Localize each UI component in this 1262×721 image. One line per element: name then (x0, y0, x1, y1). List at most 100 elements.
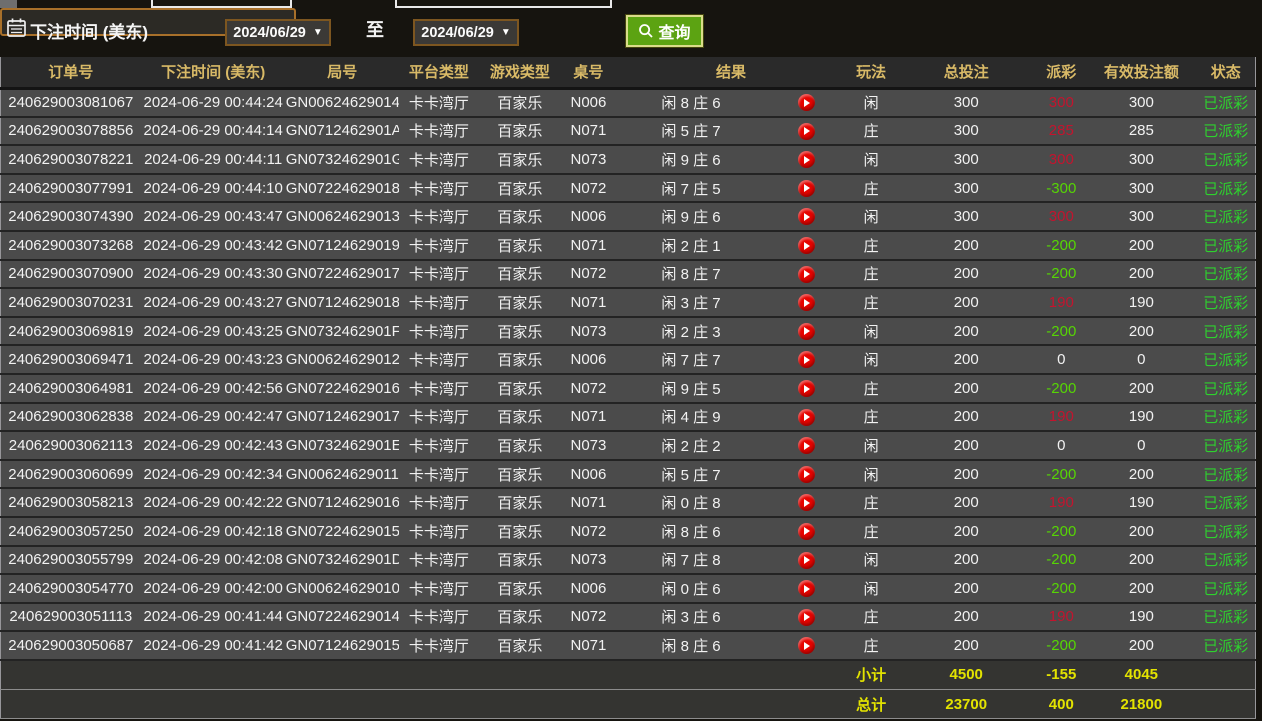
table-row: 240629003058213 2024-06-29 00:42:22 GN07… (1, 488, 1256, 517)
cell-bet-time: 2024-06-29 00:43:30 (141, 260, 286, 289)
play-icon[interactable] (798, 208, 815, 225)
play-icon[interactable] (798, 494, 815, 511)
play-icon[interactable] (798, 151, 815, 168)
cell-bet-time: 2024-06-29 00:42:43 (141, 431, 286, 460)
cell-total-bet: 200 (896, 517, 1036, 546)
cell-play: 庄 (846, 174, 896, 203)
play-icon[interactable] (798, 266, 815, 283)
header-total-bet: 总投注 (896, 57, 1036, 88)
cell-bet-time: 2024-06-29 00:44:14 (141, 117, 286, 146)
play-icon[interactable] (798, 437, 815, 454)
cell-game-type: 百家乐 (479, 345, 561, 374)
cell-valid-bet: 300 (1086, 88, 1196, 117)
cell-status: 已派彩 (1196, 631, 1255, 660)
calendar-icon (6, 17, 27, 38)
cell-play: 庄 (846, 488, 896, 517)
cell-valid-bet: 200 (1086, 546, 1196, 575)
cell-total-bet: 200 (896, 460, 1036, 489)
cell-replay (766, 117, 846, 146)
cell-valid-bet: 200 (1086, 374, 1196, 403)
table-header: 订单号 下注时间 (美东) 局号 平台类型 游戏类型 桌号 结果 玩法 总投注 … (1, 57, 1256, 88)
play-icon[interactable] (798, 552, 815, 569)
cell-table-no: N073 (561, 546, 616, 575)
play-icon[interactable] (798, 466, 815, 483)
play-icon[interactable] (798, 409, 815, 426)
table-row: 240629003078221 2024-06-29 00:44:11 GN07… (1, 145, 1256, 174)
cell-table-no: N073 (561, 431, 616, 460)
cell-replay (766, 88, 846, 117)
cell-platform: 卡卡湾厅 (399, 260, 479, 289)
header-round: 局号 (286, 57, 399, 88)
cell-order: 240629003078856 (1, 117, 141, 146)
play-icon[interactable] (798, 123, 815, 140)
cell-round: GN07224629014 (286, 603, 399, 632)
header-game-type: 游戏类型 (479, 57, 561, 88)
cell-order: 240629003062838 (1, 403, 141, 432)
query-button[interactable]: 查询 (626, 15, 703, 47)
cell-round: GN00624629012 (286, 345, 399, 374)
cell-table-no: N071 (561, 403, 616, 432)
date-to-select[interactable]: 2024/06/29 ▼ (413, 19, 519, 46)
cell-bet-time: 2024-06-29 00:42:18 (141, 517, 286, 546)
cell-replay (766, 374, 846, 403)
play-icon[interactable] (798, 323, 815, 340)
cell-game-type: 百家乐 (479, 431, 561, 460)
cell-status: 已派彩 (1196, 202, 1255, 231)
filter-toolbar: 下注时间 (美东) 2024/06/29 ▼ 至 2024/06/29 ▼ 查询 (0, 0, 1262, 57)
cell-platform: 卡卡湾厅 (399, 317, 479, 346)
cell-status: 已派彩 (1196, 517, 1255, 546)
cell-table-no: N072 (561, 374, 616, 403)
cell-game-type: 百家乐 (479, 460, 561, 489)
cell-table-no: N006 (561, 88, 616, 117)
play-icon[interactable] (798, 180, 815, 197)
subtotal-row: 小计 4500 -155 4045 (1, 660, 1256, 690)
play-icon[interactable] (798, 237, 815, 254)
table-row: 240629003070231 2024-06-29 00:43:27 GN07… (1, 288, 1256, 317)
play-icon[interactable] (798, 94, 815, 111)
play-icon[interactable] (798, 609, 815, 626)
cell-payout: 190 (1036, 603, 1086, 632)
cell-status: 已派彩 (1196, 88, 1255, 117)
cell-total-bet: 200 (896, 488, 1036, 517)
cell-table-no: N071 (561, 231, 616, 260)
cell-total-bet: 200 (896, 374, 1036, 403)
header-payout: 派彩 (1036, 57, 1086, 88)
cell-total-bet: 300 (896, 174, 1036, 203)
cell-bet-time: 2024-06-29 00:43:27 (141, 288, 286, 317)
header-result: 结果 (616, 57, 846, 88)
cell-platform: 卡卡湾厅 (399, 374, 479, 403)
table-row: 240629003062838 2024-06-29 00:42:47 GN07… (1, 403, 1256, 432)
cell-result: 闲 7 庄 7 (616, 345, 766, 374)
cell-bet-time: 2024-06-29 00:44:11 (141, 145, 286, 174)
cell-game-type: 百家乐 (479, 546, 561, 575)
cell-round: GN0732462901F (286, 317, 399, 346)
cell-round: GN07124629019 (286, 231, 399, 260)
cell-total-bet: 200 (896, 431, 1036, 460)
date-from-select[interactable]: 2024/06/29 ▼ (225, 19, 331, 46)
cell-replay (766, 317, 846, 346)
cell-status: 已派彩 (1196, 603, 1255, 632)
cell-table-no: N073 (561, 145, 616, 174)
play-icon[interactable] (798, 523, 815, 540)
cell-replay (766, 574, 846, 603)
cell-status: 已派彩 (1196, 288, 1255, 317)
cell-order: 240629003069819 (1, 317, 141, 346)
cell-table-no: N071 (561, 631, 616, 660)
table-row: 240629003070900 2024-06-29 00:43:30 GN07… (1, 260, 1256, 289)
play-icon[interactable] (798, 580, 815, 597)
cell-total-bet: 300 (896, 145, 1036, 174)
cell-order: 240629003055799 (1, 546, 141, 575)
play-icon[interactable] (798, 294, 815, 311)
cell-payout: 190 (1036, 403, 1086, 432)
cell-valid-bet: 200 (1086, 517, 1196, 546)
cell-game-type: 百家乐 (479, 374, 561, 403)
cell-result: 闲 5 庄 7 (616, 460, 766, 489)
cell-round: GN0732462901E (286, 431, 399, 460)
cell-game-type: 百家乐 (479, 488, 561, 517)
play-icon[interactable] (798, 637, 815, 654)
grand-total-valid-bet: 21800 (1086, 689, 1196, 719)
play-icon[interactable] (798, 351, 815, 368)
bet-time-label: 下注时间 (美东) (30, 18, 148, 43)
cell-payout: 190 (1036, 488, 1086, 517)
play-icon[interactable] (798, 380, 815, 397)
